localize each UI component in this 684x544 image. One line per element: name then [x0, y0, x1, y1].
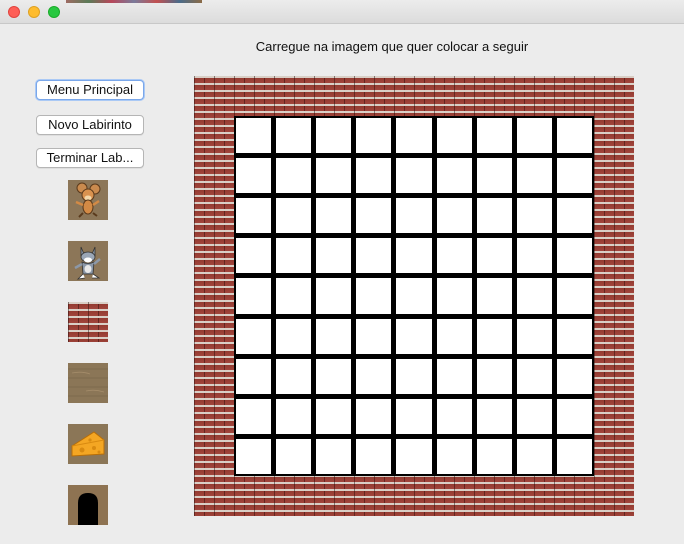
maze-cell[interactable]	[396, 318, 432, 354]
maze-cell[interactable]	[556, 398, 592, 434]
maze-cell[interactable]	[316, 278, 352, 314]
maze-grid	[234, 116, 594, 476]
maze-cell[interactable]	[316, 318, 352, 354]
maze-cell[interactable]	[476, 118, 512, 154]
maze-cell[interactable]	[516, 398, 552, 434]
maze-cell[interactable]	[236, 158, 272, 194]
maze-cell[interactable]	[396, 118, 432, 154]
maze-cell[interactable]	[316, 198, 352, 234]
maze-cell[interactable]	[476, 198, 512, 234]
maze-cell[interactable]	[316, 398, 352, 434]
maze-cell[interactable]	[436, 278, 472, 314]
maze-cell[interactable]	[476, 238, 512, 274]
maze-board	[194, 76, 634, 516]
maze-cell[interactable]	[276, 318, 312, 354]
wood-floor-icon[interactable]	[68, 363, 108, 403]
terminar-labirinto-button[interactable]: Terminar Lab...	[36, 148, 144, 168]
close-window-button[interactable]	[8, 6, 20, 18]
cheese-icon[interactable]	[68, 424, 108, 464]
maze-cell[interactable]	[276, 118, 312, 154]
brick-wall-icon[interactable]	[68, 302, 108, 342]
maze-cell[interactable]	[236, 358, 272, 394]
maze-cell[interactable]	[396, 238, 432, 274]
maze-cell[interactable]	[396, 398, 432, 434]
maze-cell[interactable]	[236, 318, 272, 354]
maze-cell[interactable]	[476, 318, 512, 354]
maze-cell[interactable]	[356, 438, 392, 474]
maze-cell[interactable]	[556, 238, 592, 274]
maze-cell[interactable]	[516, 318, 552, 354]
maze-cell[interactable]	[436, 158, 472, 194]
maze-cell[interactable]	[516, 278, 552, 314]
maze-cell[interactable]	[356, 118, 392, 154]
maze-cell[interactable]	[276, 438, 312, 474]
maze-cell[interactable]	[516, 158, 552, 194]
maze-cell[interactable]	[516, 358, 552, 394]
maze-cell[interactable]	[556, 438, 592, 474]
background-image-strip	[66, 0, 202, 3]
maze-cell[interactable]	[516, 238, 552, 274]
maze-cell[interactable]	[556, 358, 592, 394]
maze-cell[interactable]	[476, 158, 512, 194]
maze-cell[interactable]	[276, 238, 312, 274]
maze-cell[interactable]	[396, 278, 432, 314]
tom-cat-icon[interactable]	[68, 241, 108, 281]
maze-cell[interactable]	[396, 198, 432, 234]
maximize-window-button[interactable]	[48, 6, 60, 18]
maze-cell[interactable]	[236, 238, 272, 274]
maze-cell[interactable]	[436, 318, 472, 354]
maze-cell[interactable]	[476, 358, 512, 394]
maze-cell[interactable]	[356, 358, 392, 394]
maze-cell[interactable]	[436, 358, 472, 394]
maze-cell[interactable]	[316, 238, 352, 274]
maze-cell[interactable]	[356, 278, 392, 314]
maze-cell[interactable]	[356, 238, 392, 274]
maze-cell[interactable]	[476, 278, 512, 314]
maze-cell[interactable]	[356, 158, 392, 194]
maze-cell[interactable]	[236, 438, 272, 474]
maze-cell[interactable]	[236, 398, 272, 434]
maze-cell[interactable]	[396, 438, 432, 474]
maze-cell[interactable]	[516, 438, 552, 474]
maze-cell[interactable]	[556, 318, 592, 354]
instruction-text: Carregue na imagem que quer colocar a se…	[255, 39, 529, 54]
maze-cell[interactable]	[476, 398, 512, 434]
maze-cell[interactable]	[476, 438, 512, 474]
window-titlebar	[0, 0, 684, 24]
mouse-hole-icon[interactable]	[68, 485, 108, 525]
maze-cell[interactable]	[556, 118, 592, 154]
jerry-mouse-icon[interactable]	[68, 180, 108, 220]
maze-cell[interactable]	[316, 358, 352, 394]
maze-cell[interactable]	[276, 158, 312, 194]
maze-cell[interactable]	[236, 278, 272, 314]
maze-cell[interactable]	[276, 198, 312, 234]
maze-cell[interactable]	[396, 158, 432, 194]
maze-cell[interactable]	[356, 318, 392, 354]
maze-cell[interactable]	[516, 198, 552, 234]
maze-cell[interactable]	[276, 358, 312, 394]
maze-cell[interactable]	[556, 158, 592, 194]
maze-cell[interactable]	[356, 398, 392, 434]
maze-cell[interactable]	[556, 198, 592, 234]
minimize-window-button[interactable]	[28, 6, 40, 18]
maze-cell[interactable]	[436, 438, 472, 474]
maze-cell[interactable]	[276, 398, 312, 434]
maze-cell[interactable]	[316, 158, 352, 194]
maze-cell[interactable]	[356, 198, 392, 234]
menu-principal-button[interactable]: Menu Principal	[36, 80, 144, 100]
novo-labirinto-button[interactable]: Novo Labirinto	[36, 115, 144, 135]
maze-cell[interactable]	[236, 198, 272, 234]
maze-cell[interactable]	[436, 238, 472, 274]
maze-cell[interactable]	[436, 198, 472, 234]
maze-cell[interactable]	[236, 118, 272, 154]
maze-cell[interactable]	[316, 438, 352, 474]
maze-cell[interactable]	[316, 118, 352, 154]
maze-cell[interactable]	[436, 118, 472, 154]
maze-cell[interactable]	[276, 278, 312, 314]
maze-cell[interactable]	[556, 278, 592, 314]
maze-cell[interactable]	[396, 358, 432, 394]
maze-cell[interactable]	[436, 398, 472, 434]
maze-cell[interactable]	[516, 118, 552, 154]
